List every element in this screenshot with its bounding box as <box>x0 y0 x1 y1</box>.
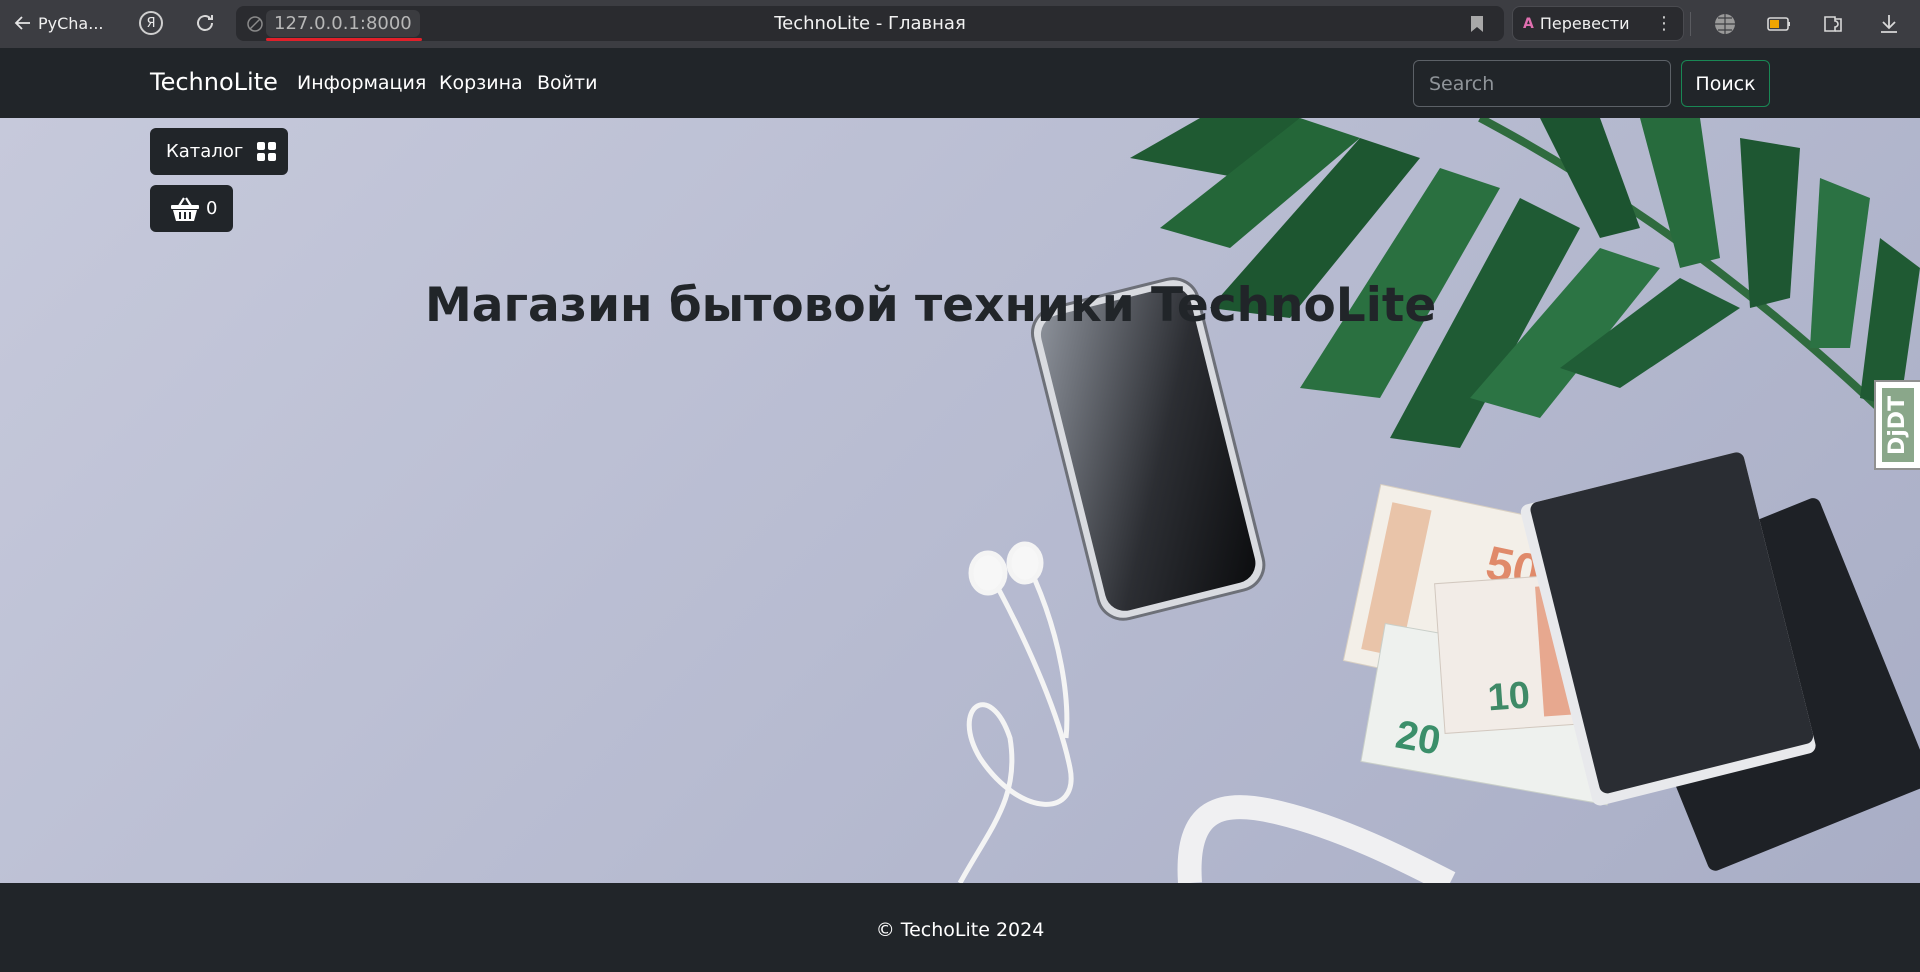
nav-link-info[interactable]: Информация <box>297 72 426 94</box>
cart-count: 0 <box>206 198 218 219</box>
django-debug-toolbar-handle[interactable]: DjDT <box>1874 380 1920 470</box>
white-cable <box>1177 795 1456 883</box>
djdt-label: DjDT <box>1882 388 1914 462</box>
reload-icon[interactable] <box>193 11 217 35</box>
back-button[interactable]: PyCha... <box>14 8 104 38</box>
bookmark-icon[interactable] <box>1470 15 1484 33</box>
hero-section: 50 20 10 Каталог 0 Магазин бытовой техни… <box>0 118 1920 883</box>
back-button-label: PyCha... <box>38 13 104 33</box>
yandex-icon[interactable]: Я <box>139 11 163 35</box>
url-underline <box>266 38 422 41</box>
svg-text:20: 20 <box>1392 713 1443 764</box>
catalog-button[interactable]: Каталог <box>150 128 288 175</box>
extensions-icon[interactable] <box>1820 11 1846 37</box>
globe-icon[interactable] <box>1712 11 1738 37</box>
address-bar[interactable]: 127.0.0.1:8000 TechnoLite - Главная <box>236 6 1504 41</box>
grid-icon <box>257 142 277 161</box>
basket-icon <box>171 196 199 221</box>
nav-link-login[interactable]: Войти <box>537 72 597 94</box>
catalog-label: Каталог <box>166 141 244 162</box>
brand-link[interactable]: TechnoLite <box>150 68 278 96</box>
footer-copyright: © TechoLite 2024 <box>875 919 1045 941</box>
download-icon[interactable] <box>1876 11 1902 37</box>
page-title: TechnoLite - Главная <box>774 13 966 34</box>
hero-background-image: 50 20 10 <box>957 118 1920 883</box>
search-input[interactable] <box>1413 60 1671 107</box>
site-footer: © TechoLite 2024 <box>0 883 1920 972</box>
more-icon[interactable]: ⋮ <box>1655 13 1673 34</box>
url-text[interactable]: 127.0.0.1:8000 <box>266 10 420 37</box>
cart-button[interactable]: 0 <box>150 185 233 232</box>
translate-icon: A <box>1523 15 1534 32</box>
nav-link-cart[interactable]: Корзина <box>439 72 523 94</box>
hero-heading: Магазин бытовой техники TechnoLite <box>425 278 1437 333</box>
site-info-icon[interactable] <box>246 15 264 33</box>
translate-button[interactable]: A Перевести ⋮ <box>1512 6 1684 41</box>
site-navbar: TechnoLite Информация Корзина Войти Поис… <box>0 48 1920 118</box>
earphones <box>957 541 1074 883</box>
battery-icon[interactable] <box>1766 11 1792 37</box>
search-button[interactable]: Поиск <box>1681 60 1770 107</box>
passports <box>1520 452 1920 871</box>
toolbar-divider <box>1690 12 1691 36</box>
svg-text:10: 10 <box>1486 674 1531 719</box>
arrow-left-icon <box>14 16 30 30</box>
translate-label: Перевести <box>1539 14 1630 33</box>
browser-toolbar: PyCha... Я 127.0.0.1:8000 TechnoLite - Г… <box>0 0 1920 48</box>
